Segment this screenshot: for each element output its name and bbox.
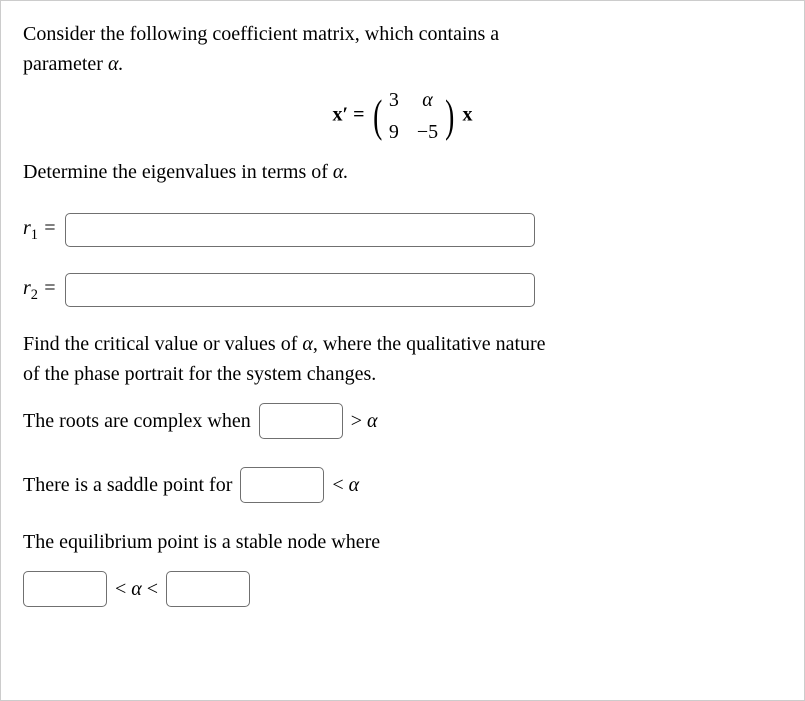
matrix-a21: 9	[389, 117, 399, 147]
stable-node-row: < α <	[23, 571, 782, 607]
saddle-row: There is a saddle point for < α	[23, 467, 782, 503]
gt-alpha-sym: α	[367, 410, 378, 432]
r2-label: r2 =	[23, 273, 57, 307]
problem-container: Consider the following coefficient matri…	[0, 0, 805, 701]
r1-prefix: r	[23, 217, 31, 239]
determine-text: Determine the eigenvalues in terms of α.	[23, 157, 782, 187]
left-paren: (	[373, 93, 382, 139]
range-alpha-sym: α	[131, 578, 142, 600]
r1-eq: =	[38, 217, 57, 239]
r2-input[interactable]	[65, 273, 535, 307]
r2-sub: 2	[31, 287, 38, 303]
stable-node-text: The equilibrium point is a stable node w…	[23, 527, 782, 557]
determine-part: Determine the eigenvalues in terms of	[23, 161, 333, 183]
r2-prefix: r	[23, 277, 31, 299]
saddle-input[interactable]	[240, 467, 324, 503]
critical-alpha: α	[302, 333, 313, 355]
matrix-a22: −5	[417, 117, 438, 147]
complex-input[interactable]	[259, 403, 343, 439]
critical-line1a: Find the critical value or values of	[23, 333, 302, 355]
critical-text: Find the critical value or values of α, …	[23, 329, 782, 389]
intro-alpha: α.	[108, 53, 124, 75]
lt-alpha-lt: < α <	[115, 574, 158, 604]
eq-lhs: x′ =	[333, 104, 365, 126]
r1-label: r1 =	[23, 213, 57, 247]
matrix-a12: α	[417, 85, 438, 115]
lt-alpha-sym: α	[349, 474, 360, 496]
r2-row: r2 =	[23, 273, 782, 307]
stable-lower-input[interactable]	[23, 571, 107, 607]
gt-alpha: > α	[351, 406, 378, 436]
complex-text: The roots are complex when	[23, 406, 251, 436]
r1-sub: 1	[31, 227, 38, 243]
complex-row: The roots are complex when > α	[23, 403, 782, 439]
lt-alpha: < α	[332, 470, 359, 500]
r1-row: r1 =	[23, 213, 782, 247]
right-paren: )	[445, 93, 454, 139]
critical-line1b: , where the qualitative nature	[313, 333, 546, 355]
critical-line2: of the phase portrait for the system cha…	[23, 363, 376, 385]
equation-line: x′ = ( 3 α 9 −5 ) x	[23, 85, 782, 147]
stable-upper-input[interactable]	[166, 571, 250, 607]
intro-line1: Consider the following coefficient matri…	[23, 23, 499, 45]
saddle-text: There is a saddle point for	[23, 470, 232, 500]
matrix-wrap: ( 3 α 9 −5 )	[370, 85, 458, 147]
r1-input[interactable]	[65, 213, 535, 247]
matrix: 3 α 9 −5	[385, 85, 442, 147]
intro-line2: parameter	[23, 53, 108, 75]
determine-alpha: α.	[333, 161, 349, 183]
intro-text: Consider the following coefficient matri…	[23, 19, 782, 79]
matrix-a11: 3	[389, 85, 399, 115]
eq-rhs: x	[462, 104, 472, 126]
r2-eq: =	[38, 277, 57, 299]
